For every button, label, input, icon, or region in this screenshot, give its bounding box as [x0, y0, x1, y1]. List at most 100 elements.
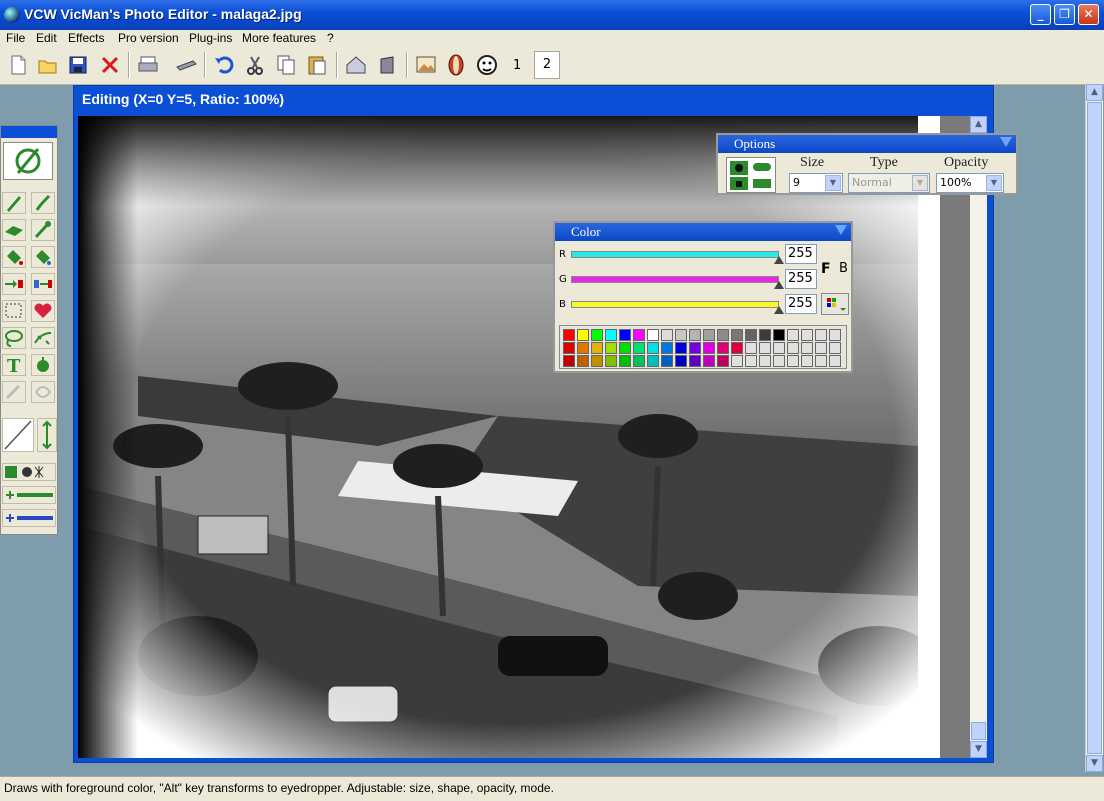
palette-swatch[interactable] [787, 342, 799, 354]
palette-swatch[interactable] [647, 342, 659, 354]
palette-swatch[interactable] [647, 355, 659, 367]
fill-bucket-icon[interactable] [2, 246, 26, 268]
clone-tool-icon[interactable] [31, 354, 55, 376]
brush-shape-selector[interactable] [726, 157, 776, 193]
export-icon[interactable] [344, 53, 368, 77]
rect-select-icon[interactable] [2, 300, 26, 322]
restore-button[interactable]: ❐ [1054, 4, 1075, 25]
paste-icon[interactable] [305, 53, 329, 77]
face-cartoon-icon[interactable] [475, 53, 499, 77]
blue-value[interactable]: 255 [785, 294, 817, 314]
close-button[interactable]: ✕ [1078, 4, 1099, 25]
pencil-icon[interactable] [2, 192, 26, 214]
photo-canvas[interactable] [78, 116, 940, 758]
menu-plug-ins[interactable]: Plug-ins [189, 31, 232, 45]
collapse-triangle-icon[interactable] [835, 225, 847, 235]
page-tab-2[interactable]: 2 [534, 51, 560, 79]
palette-swatch[interactable] [591, 342, 603, 354]
magic-tool-icon[interactable] [31, 327, 55, 349]
palette-swatch[interactable] [563, 342, 575, 354]
palette-swatch[interactable] [815, 329, 827, 341]
palette-swatch[interactable] [563, 329, 575, 341]
palette-swatch[interactable] [577, 342, 589, 354]
palette-swatch[interactable] [829, 355, 841, 367]
palette-swatch[interactable] [731, 355, 743, 367]
options-panel-header[interactable]: Options [718, 135, 1016, 153]
palette-swatch[interactable] [591, 355, 603, 367]
opacity-select[interactable]: 100% ▼ [936, 173, 1004, 193]
palette-swatch[interactable] [689, 355, 701, 367]
menu-pro-version[interactable]: Pro version [118, 31, 179, 45]
close-x-icon[interactable] [98, 53, 122, 77]
palette-swatch[interactable] [731, 329, 743, 341]
palette-swatch[interactable] [829, 329, 841, 341]
palette-swatch[interactable] [605, 329, 617, 341]
palette-swatch[interactable] [759, 342, 771, 354]
background-toggle[interactable]: B [839, 261, 848, 276]
palette-swatch[interactable] [591, 329, 603, 341]
palette-swatch[interactable] [773, 329, 785, 341]
contrast-slider-icon[interactable] [2, 509, 56, 527]
palette-swatch[interactable] [633, 329, 645, 341]
green-slider-thumb[interactable] [774, 281, 784, 289]
palette-swatch[interactable] [801, 329, 813, 341]
palette-swatch[interactable] [801, 342, 813, 354]
image-effect-icon[interactable] [414, 53, 438, 77]
foreground-toggle[interactable]: F [821, 261, 831, 277]
menu-file[interactable]: File [6, 31, 25, 45]
color-panel-header[interactable]: Color [555, 223, 851, 241]
menu-effects[interactable]: Effects [68, 31, 104, 45]
palette-swatch[interactable] [661, 355, 673, 367]
page-tab-1[interactable]: 1 [513, 58, 521, 73]
brush-icon[interactable] [31, 192, 55, 214]
blue-slider-thumb[interactable] [774, 306, 784, 314]
scroll-down-arrow[interactable]: ▼ [970, 741, 987, 758]
collapse-triangle-icon[interactable] [1000, 137, 1012, 147]
print-icon[interactable] [136, 53, 160, 77]
palette-swatch[interactable] [577, 329, 589, 341]
scroll-up-arrow[interactable]: ▲ [1086, 84, 1103, 101]
palette-swatch[interactable] [787, 355, 799, 367]
palette-swatch[interactable] [661, 342, 673, 354]
heart-stamp-icon[interactable] [31, 300, 55, 322]
chevron-down-icon[interactable]: ▼ [825, 175, 841, 191]
palette-swatch[interactable] [619, 329, 631, 341]
palette-swatch[interactable] [619, 355, 631, 367]
palette-swatch[interactable] [577, 355, 589, 367]
page-icon[interactable] [376, 53, 400, 77]
replace-color-icon[interactable] [2, 273, 26, 295]
editor-vertical-scrollbar[interactable]: ▲ ▼ [970, 116, 987, 758]
palette-swatch[interactable] [745, 329, 757, 341]
text-tool-icon[interactable]: T [2, 354, 26, 377]
palette-swatch[interactable] [787, 329, 799, 341]
palette-swatch[interactable] [675, 342, 687, 354]
minimize-button[interactable]: _ [1030, 4, 1051, 25]
main-vertical-scrollbar[interactable]: ▲ ▼ [1085, 84, 1103, 772]
palette-swatch[interactable] [675, 329, 687, 341]
color-balance-icon[interactable] [2, 463, 56, 481]
blue-slider[interactable] [571, 301, 779, 308]
scroll-thumb[interactable] [1087, 102, 1102, 754]
palette-swatch[interactable] [815, 342, 827, 354]
palette-swatch[interactable] [717, 342, 729, 354]
palette-swatch[interactable] [633, 342, 645, 354]
line-shape-icon[interactable] [2, 418, 34, 452]
face-mask-icon[interactable] [444, 53, 468, 77]
palette-swatch[interactable] [773, 355, 785, 367]
palette-swatch[interactable] [689, 342, 701, 354]
palette-swatch[interactable] [773, 342, 785, 354]
undo-icon[interactable] [212, 53, 236, 77]
palette-swatch[interactable] [563, 355, 575, 367]
red-slider[interactable] [571, 251, 779, 258]
palette-swatch[interactable] [731, 342, 743, 354]
chevron-down-icon[interactable]: ▼ [986, 175, 1002, 191]
menu-edit[interactable]: Edit [36, 31, 57, 45]
palette-swatch[interactable] [633, 355, 645, 367]
new-document-icon[interactable] [6, 53, 30, 77]
cut-icon[interactable] [243, 53, 267, 77]
palette-swatch[interactable] [745, 355, 757, 367]
brightness-slider-icon[interactable] [2, 486, 56, 504]
palette-swatch[interactable] [703, 329, 715, 341]
palette-swatch[interactable] [815, 355, 827, 367]
palette-swatch[interactable] [745, 342, 757, 354]
